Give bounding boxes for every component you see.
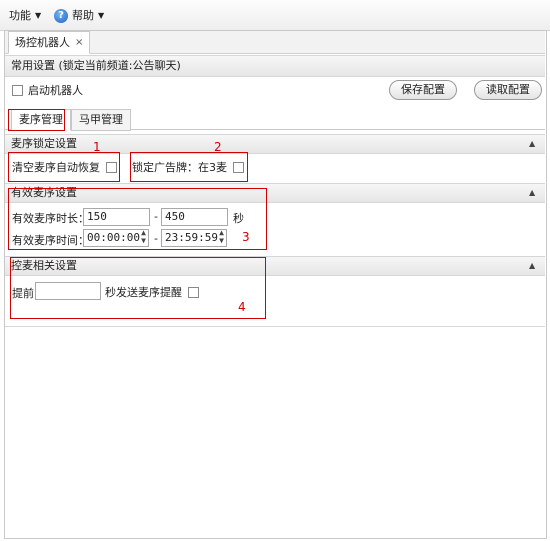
dash: -	[154, 210, 158, 223]
save-config-button[interactable]: 保存配置	[389, 80, 457, 100]
start-robot-option[interactable]: 启动机器人	[12, 82, 83, 98]
section-divider	[5, 326, 545, 327]
duration-min-input[interactable]: 150	[83, 208, 150, 226]
annotation-box-tab	[8, 109, 65, 131]
start-robot-checkbox[interactable]	[12, 84, 23, 96]
load-config-button[interactable]: 读取配置	[474, 80, 542, 100]
help-menu-label: 帮助	[72, 9, 94, 22]
close-icon[interactable]: ×	[75, 32, 83, 53]
time-start-value: 00:00:00	[87, 231, 140, 244]
annotation-number-4: 4	[238, 300, 246, 314]
time-label: 有效麦序时间：	[12, 234, 89, 247]
function-menu-label: 功能	[9, 9, 31, 22]
lock-ad-label: 锁定广告牌：在3麦	[132, 161, 227, 174]
lock-section-header: 麦序锁定设置	[5, 134, 545, 154]
send-reminder-label: 秒发送麦序提醒	[105, 286, 182, 299]
tab-robot-label: 场控机器人	[15, 36, 70, 49]
chevron-down-icon: ▼	[35, 11, 42, 20]
tab-robot[interactable]: 场控机器人 ×	[8, 31, 91, 54]
duration-unit: 秒	[233, 212, 244, 225]
help-icon: ?	[54, 9, 68, 23]
clear-queue-option[interactable]: 清空麦序自动恢复	[12, 159, 117, 175]
collapse-icon[interactable]: ▲	[529, 261, 535, 270]
start-robot-label: 启动机器人	[28, 84, 83, 97]
send-reminder-checkbox[interactable]	[188, 286, 199, 298]
lock-ad-checkbox[interactable]	[233, 161, 244, 173]
lock-section-title: 麦序锁定设置	[11, 137, 77, 150]
common-settings-title: 常用设置 (锁定当前频道:公告聊天)	[11, 59, 181, 72]
time-end-stepper[interactable]: 23:59:59 ▲ ▼	[161, 229, 227, 247]
clear-queue-checkbox[interactable]	[106, 161, 117, 173]
tab-vest-manage-label: 马甲管理	[79, 113, 123, 126]
duration-max-input[interactable]: 450	[161, 208, 228, 226]
duration-label: 有效麦序时长：	[12, 212, 89, 225]
time-start-stepper[interactable]: 00:00:00 ▲ ▼	[83, 229, 149, 247]
send-reminder-option[interactable]: 秒发送麦序提醒	[105, 284, 199, 300]
function-menu[interactable]: 功能 ▼	[9, 8, 41, 24]
common-settings-header: 常用设置 (锁定当前频道:公告聊天)	[5, 55, 545, 77]
advance-seconds-input[interactable]	[35, 282, 101, 300]
spinner-icon[interactable]: ▲ ▼	[140, 229, 147, 247]
annotation-number-3: 3	[242, 230, 250, 244]
clear-queue-label: 清空麦序自动恢复	[12, 161, 100, 174]
dash: -	[154, 232, 158, 245]
collapse-icon[interactable]: ▲	[529, 188, 535, 197]
chevron-down-icon: ▼	[98, 11, 105, 20]
spinner-icon[interactable]: ▲ ▼	[218, 229, 225, 247]
help-menu[interactable]: ? 帮助 ▼	[54, 8, 104, 24]
advance-label: 提前	[12, 287, 34, 300]
lock-ad-option[interactable]: 锁定广告牌：在3麦	[132, 159, 244, 175]
time-end-value: 23:59:59	[165, 231, 218, 244]
collapse-icon[interactable]: ▲	[529, 139, 535, 148]
tab-vest-manage[interactable]: 马甲管理	[71, 109, 131, 131]
